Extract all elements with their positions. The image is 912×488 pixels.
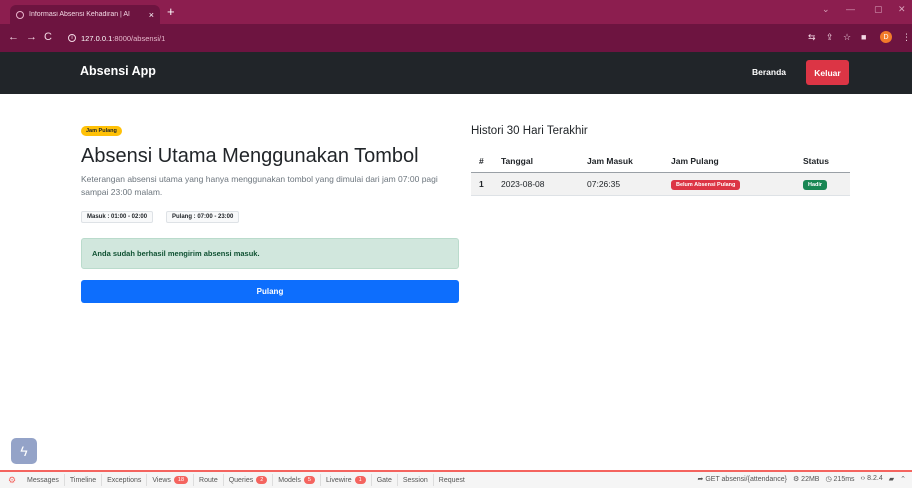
minimize-icon[interactable]: — xyxy=(846,4,855,14)
new-tab-button[interactable]: + xyxy=(167,4,175,19)
row-status-cell: Hadir xyxy=(795,172,850,196)
share-icon[interactable]: ⇪ xyxy=(826,32,834,43)
url-host: 127.0.0.1 xyxy=(81,33,113,43)
browser-tab-strip: Informasi Absensi Kehadiran | Al × + ⌄ —… xyxy=(0,0,912,24)
col-check-in: Jam Masuk xyxy=(579,150,663,173)
site-info-icon[interactable]: i xyxy=(68,34,76,42)
debug-memory: ⚙ 22MB xyxy=(792,476,820,483)
debug-tab-views[interactable]: Views 18 xyxy=(147,474,195,486)
col-no: # xyxy=(471,150,493,173)
row-check-in: 07:26:35 xyxy=(579,172,663,196)
forward-icon[interactable]: → xyxy=(26,31,37,43)
tab-close-icon[interactable]: × xyxy=(149,10,154,20)
debug-time: ◷ 215ms xyxy=(825,476,855,483)
row-check-out-cell: Belum Absensi Pulang xyxy=(663,172,795,196)
debug-php-version: ‹› 8.2.4 xyxy=(860,475,883,482)
livewire-icon[interactable]: ϟ xyxy=(11,438,37,464)
translate-icon[interactable]: ⇆ xyxy=(808,32,816,43)
debug-folder-icon[interactable]: ▰ xyxy=(889,475,894,483)
debug-count-badge: 2 xyxy=(256,476,268,484)
back-icon[interactable]: ← xyxy=(8,31,19,43)
debug-tab-exceptions[interactable]: Exceptions xyxy=(102,474,148,486)
tab-title: Informasi Absensi Kehadiran | Al xyxy=(29,11,130,18)
logout-button[interactable]: Keluar xyxy=(806,60,849,85)
menu-icon[interactable]: ⋮ xyxy=(902,32,911,43)
debug-count-badge: 5 xyxy=(303,476,315,484)
checkout-time-tag: Pulang : 07:00 - 23:00 xyxy=(166,211,240,223)
reload-icon[interactable]: C xyxy=(44,31,52,43)
col-check-out: Jam Pulang xyxy=(663,150,795,173)
address-bar: ← → C i 127.0.0.1:8000/absensi/1 ⇆ ⇪ ☆ ■… xyxy=(0,24,912,52)
maximize-icon[interactable]: ▢ xyxy=(874,4,883,15)
col-date: Tanggal xyxy=(493,150,579,173)
debug-tab-livewire[interactable]: Livewire 1 xyxy=(321,474,372,486)
debug-request-info[interactable]: ➦ GET absensi/{attendance} xyxy=(698,475,787,483)
status-badge: Hadir xyxy=(803,179,828,190)
col-status: Status xyxy=(795,150,850,173)
debugbar-logo-icon[interactable]: ⚙ xyxy=(8,475,22,486)
debug-tab-timeline[interactable]: Timeline xyxy=(65,474,103,486)
debugbar: ⚙ Messages Timeline Exceptions Views 18 R… xyxy=(0,470,912,488)
page-description: Keterangan absensi utama yang hanya meng… xyxy=(81,174,438,197)
debug-collapse-icon[interactable]: ⌃ xyxy=(900,475,906,483)
close-window-icon[interactable]: ✕ xyxy=(898,4,906,15)
url-field[interactable]: i 127.0.0.1:8000/absensi/1 xyxy=(68,30,888,46)
check-out-badge: Belum Absensi Pulang xyxy=(671,179,741,190)
globe-icon xyxy=(16,10,24,19)
page-title: Absensi Utama Menggunakan Tombol xyxy=(81,145,419,167)
nav-home-link[interactable]: Beranda xyxy=(752,67,786,77)
session-badge: Jam Pulang xyxy=(81,126,122,136)
table-row: 1 2023-08-08 07:26:35 Belum Absensi Pula… xyxy=(471,172,850,196)
checkout-button[interactable]: Pulang xyxy=(81,280,459,303)
profile-avatar[interactable]: D xyxy=(880,31,892,43)
bookmark-star-icon[interactable]: ☆ xyxy=(843,32,851,43)
debug-tab-gate[interactable]: Gate xyxy=(372,474,398,486)
debug-count-badge: 18 xyxy=(173,476,189,484)
row-date: 2023-08-08 xyxy=(493,172,579,196)
history-title: Histori 30 Hari Terakhir xyxy=(471,125,588,137)
success-alert: Anda sudah berhasil mengirim absensi mas… xyxy=(81,238,459,269)
sidepanel-icon[interactable]: ■ xyxy=(861,32,866,42)
table-header-row: # Tanggal Jam Masuk Jam Pulang Status xyxy=(471,150,850,173)
app-navbar: Absensi App Beranda Keluar xyxy=(0,52,912,94)
url-path: :8000/absensi/1 xyxy=(112,33,166,43)
debug-tab-messages[interactable]: Messages xyxy=(22,474,65,486)
debug-count-badge: 1 xyxy=(354,476,366,484)
row-no: 1 xyxy=(471,172,493,196)
debugbar-stats: ➦ GET absensi/{attendance} ⚙ 22MB ◷ 215m… xyxy=(698,475,906,483)
app-brand[interactable]: Absensi App xyxy=(80,64,156,78)
browser-tab[interactable]: Informasi Absensi Kehadiran | Al × xyxy=(10,5,160,24)
debug-tab-request[interactable]: Request xyxy=(434,474,470,486)
history-table: # Tanggal Jam Masuk Jam Pulang Status 1 … xyxy=(471,150,850,196)
debug-tab-session[interactable]: Session xyxy=(398,474,434,486)
debug-tab-route[interactable]: Route xyxy=(194,474,224,486)
debug-tab-queries[interactable]: Queries 2 xyxy=(224,474,274,486)
checkin-time-tag: Masuk : 01:00 - 02:00 xyxy=(81,211,154,223)
debug-tab-models[interactable]: Models 5 xyxy=(273,474,321,486)
tab-search-icon[interactable]: ⌄ xyxy=(822,4,830,15)
